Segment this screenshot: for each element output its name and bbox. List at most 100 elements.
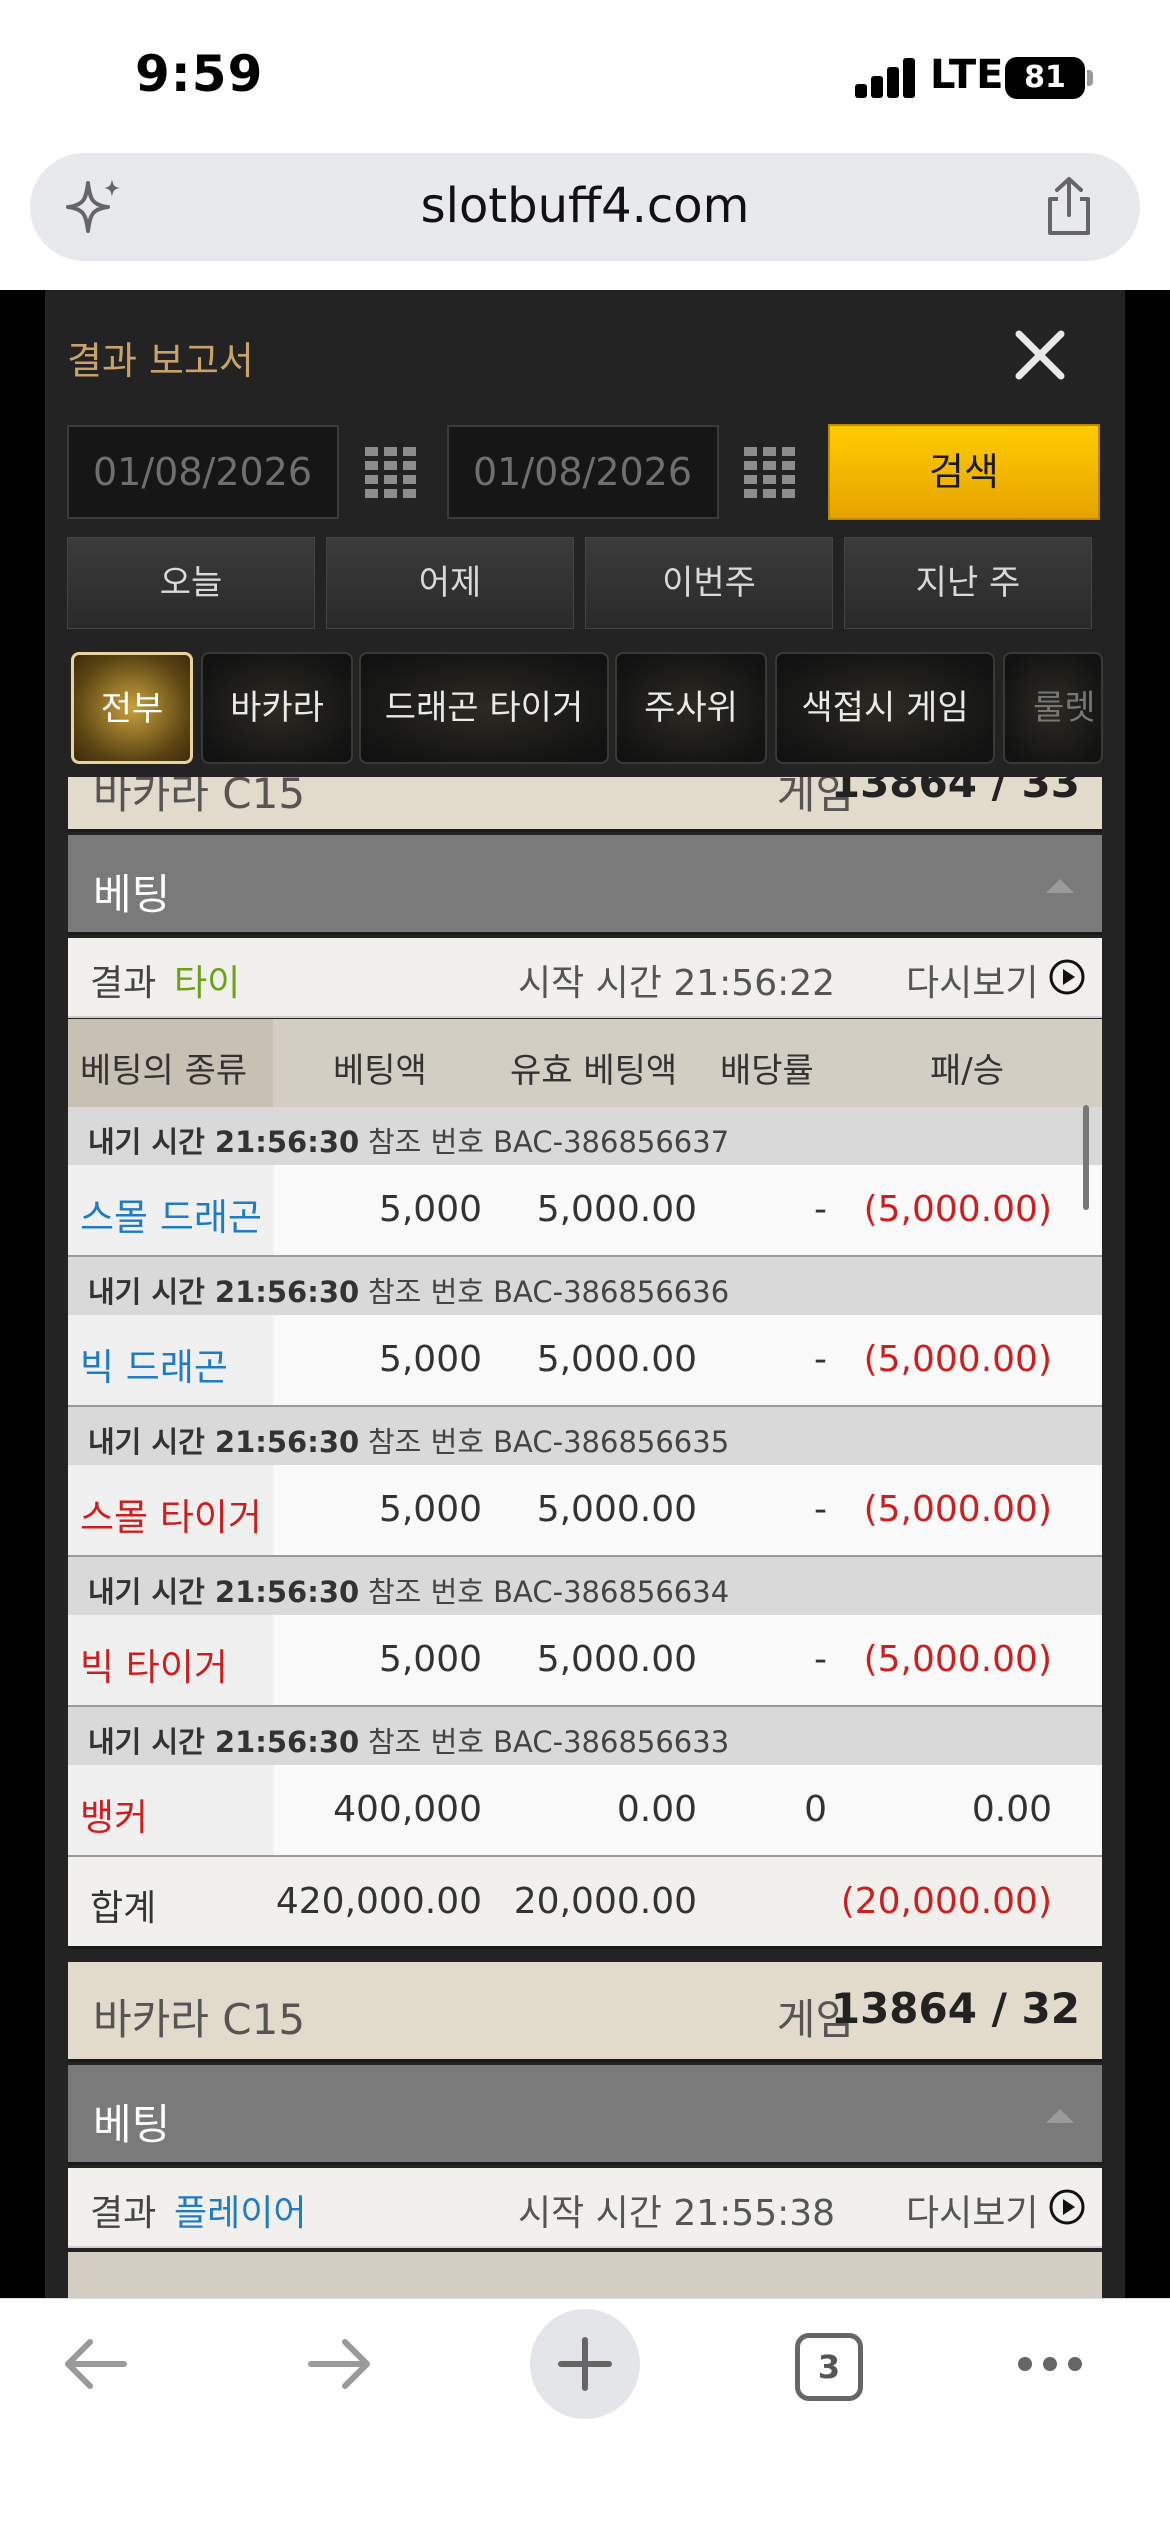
- odds: -: [814, 1189, 827, 1230]
- date-to-input[interactable]: 01/08/2026: [447, 425, 719, 519]
- category-tab-baccarat[interactable]: 바카라: [201, 652, 353, 764]
- table-row: 뱅커 400,000 0.00 0 0.00: [68, 1765, 1102, 1857]
- bet-amount: 5,000: [378, 1339, 482, 1380]
- result-value: 타이: [174, 963, 241, 1004]
- game-title: 바카라 C15: [93, 777, 306, 818]
- start-time: 시작 시간 21:56:22: [518, 963, 836, 1004]
- start-time: 시작 시간 21:55:38: [518, 2193, 836, 2234]
- back-arrow-icon[interactable]: [58, 2334, 132, 2394]
- total-label: 합계: [90, 1888, 157, 1929]
- game-header[interactable]: 바카라 C15 게임 13864 / 33: [68, 777, 1102, 832]
- search-button[interactable]: 검색: [828, 424, 1100, 520]
- table-row: 스몰 드래곤 5,000 5,000.00 - (5,000.00): [68, 1165, 1102, 1257]
- odds: -: [814, 1639, 827, 1680]
- category-tab-color-plate[interactable]: 색접시 게임: [775, 652, 995, 764]
- date-from-input[interactable]: 01/08/2026: [67, 425, 339, 519]
- column-header-win-loss: 패/승: [930, 1051, 1005, 1091]
- address-bar[interactable]: slotbuff4.com: [30, 153, 1140, 261]
- category-tab-all[interactable]: 전부: [71, 652, 193, 764]
- calendar-grid-icon[interactable]: [363, 445, 419, 501]
- total-valid-amount: 20,000.00: [513, 1881, 697, 1922]
- valid-amount: 5,000.00: [536, 1639, 697, 1680]
- category-tab-roulette[interactable]: 룰렛: [1003, 652, 1103, 764]
- tab-count-button[interactable]: 3: [795, 2333, 863, 2401]
- bet-section-header[interactable]: 베팅: [68, 835, 1102, 935]
- bet-meta-row: 내기 시간 21:56:30 참조 번호 BAC-386856636: [68, 1257, 1102, 1315]
- win-loss: (5,000.00): [863, 1639, 1052, 1680]
- period-last-week-button[interactable]: 지난 주: [844, 537, 1092, 629]
- column-header-odds: 배당률: [720, 1051, 814, 1091]
- result-label: 결과: [90, 963, 157, 1004]
- bet-time: 내기 시간 21:56:30: [88, 1125, 360, 1159]
- period-today-button[interactable]: 오늘: [67, 537, 315, 629]
- bet-meta-row: 내기 시간 21:56:30 참조 번호 BAC-386856637: [68, 1107, 1102, 1165]
- table-row: 빅 드래곤 5,000 5,000.00 - (5,000.00): [68, 1315, 1102, 1407]
- result-row: 결과 타이 시작 시간 21:56:22 다시보기: [68, 938, 1102, 1018]
- bet-reference: 참조 번호 BAC-386856633: [368, 1725, 730, 1759]
- bet-reference: 참조 번호 BAC-386856637: [368, 1125, 730, 1159]
- win-loss: 0.00: [971, 1789, 1052, 1830]
- period-this-week-button[interactable]: 이번주: [585, 537, 833, 629]
- calendar-grid-icon[interactable]: [742, 445, 798, 501]
- bet-meta-row: 내기 시간 21:56:30 참조 번호 BAC-386856634: [68, 1557, 1102, 1615]
- total-amount: 420,000.00: [275, 1881, 482, 1922]
- column-header-amount: 베팅액: [333, 1051, 427, 1091]
- bet-time: 내기 시간 21:56:30: [88, 1425, 360, 1459]
- category-tab-dice[interactable]: 주사위: [615, 652, 767, 764]
- battery-icon: 81: [1005, 57, 1085, 99]
- bet-type: 빅 타이거: [80, 1646, 228, 1689]
- replay-link[interactable]: 다시보기: [906, 954, 1038, 1006]
- browser-toolbar: 3: [0, 2298, 1170, 2532]
- bet-reference: 참조 번호 BAC-386856636: [368, 1275, 730, 1309]
- game-header[interactable]: 바카라 C15 게임 13864 / 32: [68, 1962, 1102, 2062]
- odds: 0: [804, 1789, 827, 1830]
- odds: -: [814, 1489, 827, 1530]
- valid-amount: 5,000.00: [536, 1489, 697, 1530]
- bet-amount: 400,000: [333, 1789, 482, 1830]
- replay-link[interactable]: 다시보기: [906, 2184, 1038, 2236]
- plus-icon: [558, 2337, 612, 2391]
- valid-amount: 5,000.00: [536, 1189, 697, 1230]
- bet-meta-row: 내기 시간 21:56:30 참조 번호 BAC-386856633: [68, 1707, 1102, 1765]
- bet-table-header: 베팅의 종류 베팅액 유효 베팅액 배당률 패/승: [68, 1019, 1102, 1107]
- status-time: 9:59: [135, 45, 264, 103]
- valid-amount: 5,000.00: [536, 1339, 697, 1380]
- bet-type: 뱅커: [80, 1796, 149, 1839]
- sparkle-icon[interactable]: [62, 175, 126, 239]
- table-header-partial: [68, 2252, 1102, 2298]
- win-loss: (5,000.00): [863, 1489, 1052, 1530]
- more-icon[interactable]: [1015, 2354, 1085, 2374]
- bet-section-header[interactable]: 베팅: [68, 2065, 1102, 2165]
- win-loss: (5,000.00): [863, 1189, 1052, 1230]
- new-tab-button[interactable]: [530, 2309, 640, 2419]
- share-icon[interactable]: [1040, 175, 1098, 239]
- play-circle-icon[interactable]: [1048, 958, 1086, 996]
- result-value: 플레이어: [174, 2193, 307, 2234]
- bet-meta-row: 내기 시간 21:56:30 참조 번호 BAC-386856635: [68, 1407, 1102, 1465]
- bet-type: 빅 드래곤: [80, 1346, 228, 1389]
- bet-type: 스몰 타이거: [80, 1496, 262, 1539]
- network-label: LTE: [930, 52, 1004, 98]
- bet-amount: 5,000: [378, 1639, 482, 1680]
- valid-amount: 0.00: [616, 1789, 697, 1830]
- period-yesterday-button[interactable]: 어제: [326, 537, 574, 629]
- status-bar: 9:59 LTE 81: [0, 0, 1170, 150]
- modal-title: 결과 보고서: [67, 339, 254, 383]
- play-circle-icon[interactable]: [1048, 2188, 1086, 2226]
- url-text[interactable]: slotbuff4.com: [30, 178, 1140, 234]
- bet-section-label: 베팅: [93, 2100, 171, 2149]
- result-label: 결과: [90, 2193, 157, 2234]
- bet-time: 내기 시간 21:56:30: [88, 1575, 360, 1609]
- report-list[interactable]: 바카라 C15 게임 13864 / 33 베팅 결과 타이 시작 시간 21:…: [68, 777, 1102, 2298]
- result-row: 결과 플레이어 시작 시간 21:55:38 다시보기: [68, 2168, 1102, 2248]
- collapse-caret-icon[interactable]: [1046, 2109, 1074, 2123]
- close-icon[interactable]: [1005, 320, 1075, 390]
- total-win-loss: (20,000.00): [840, 1881, 1052, 1922]
- bet-time: 내기 시간 21:56:30: [88, 1725, 360, 1759]
- forward-arrow-icon[interactable]: [303, 2334, 377, 2394]
- game-round-value: 13864 / 32: [830, 1984, 1080, 2033]
- table-row: 빅 타이거 5,000 5,000.00 - (5,000.00): [68, 1615, 1102, 1707]
- collapse-caret-icon[interactable]: [1046, 879, 1074, 893]
- category-tab-dragon-tiger[interactable]: 드래곤 타이거: [359, 652, 609, 764]
- scrollbar[interactable]: [1083, 1105, 1089, 1210]
